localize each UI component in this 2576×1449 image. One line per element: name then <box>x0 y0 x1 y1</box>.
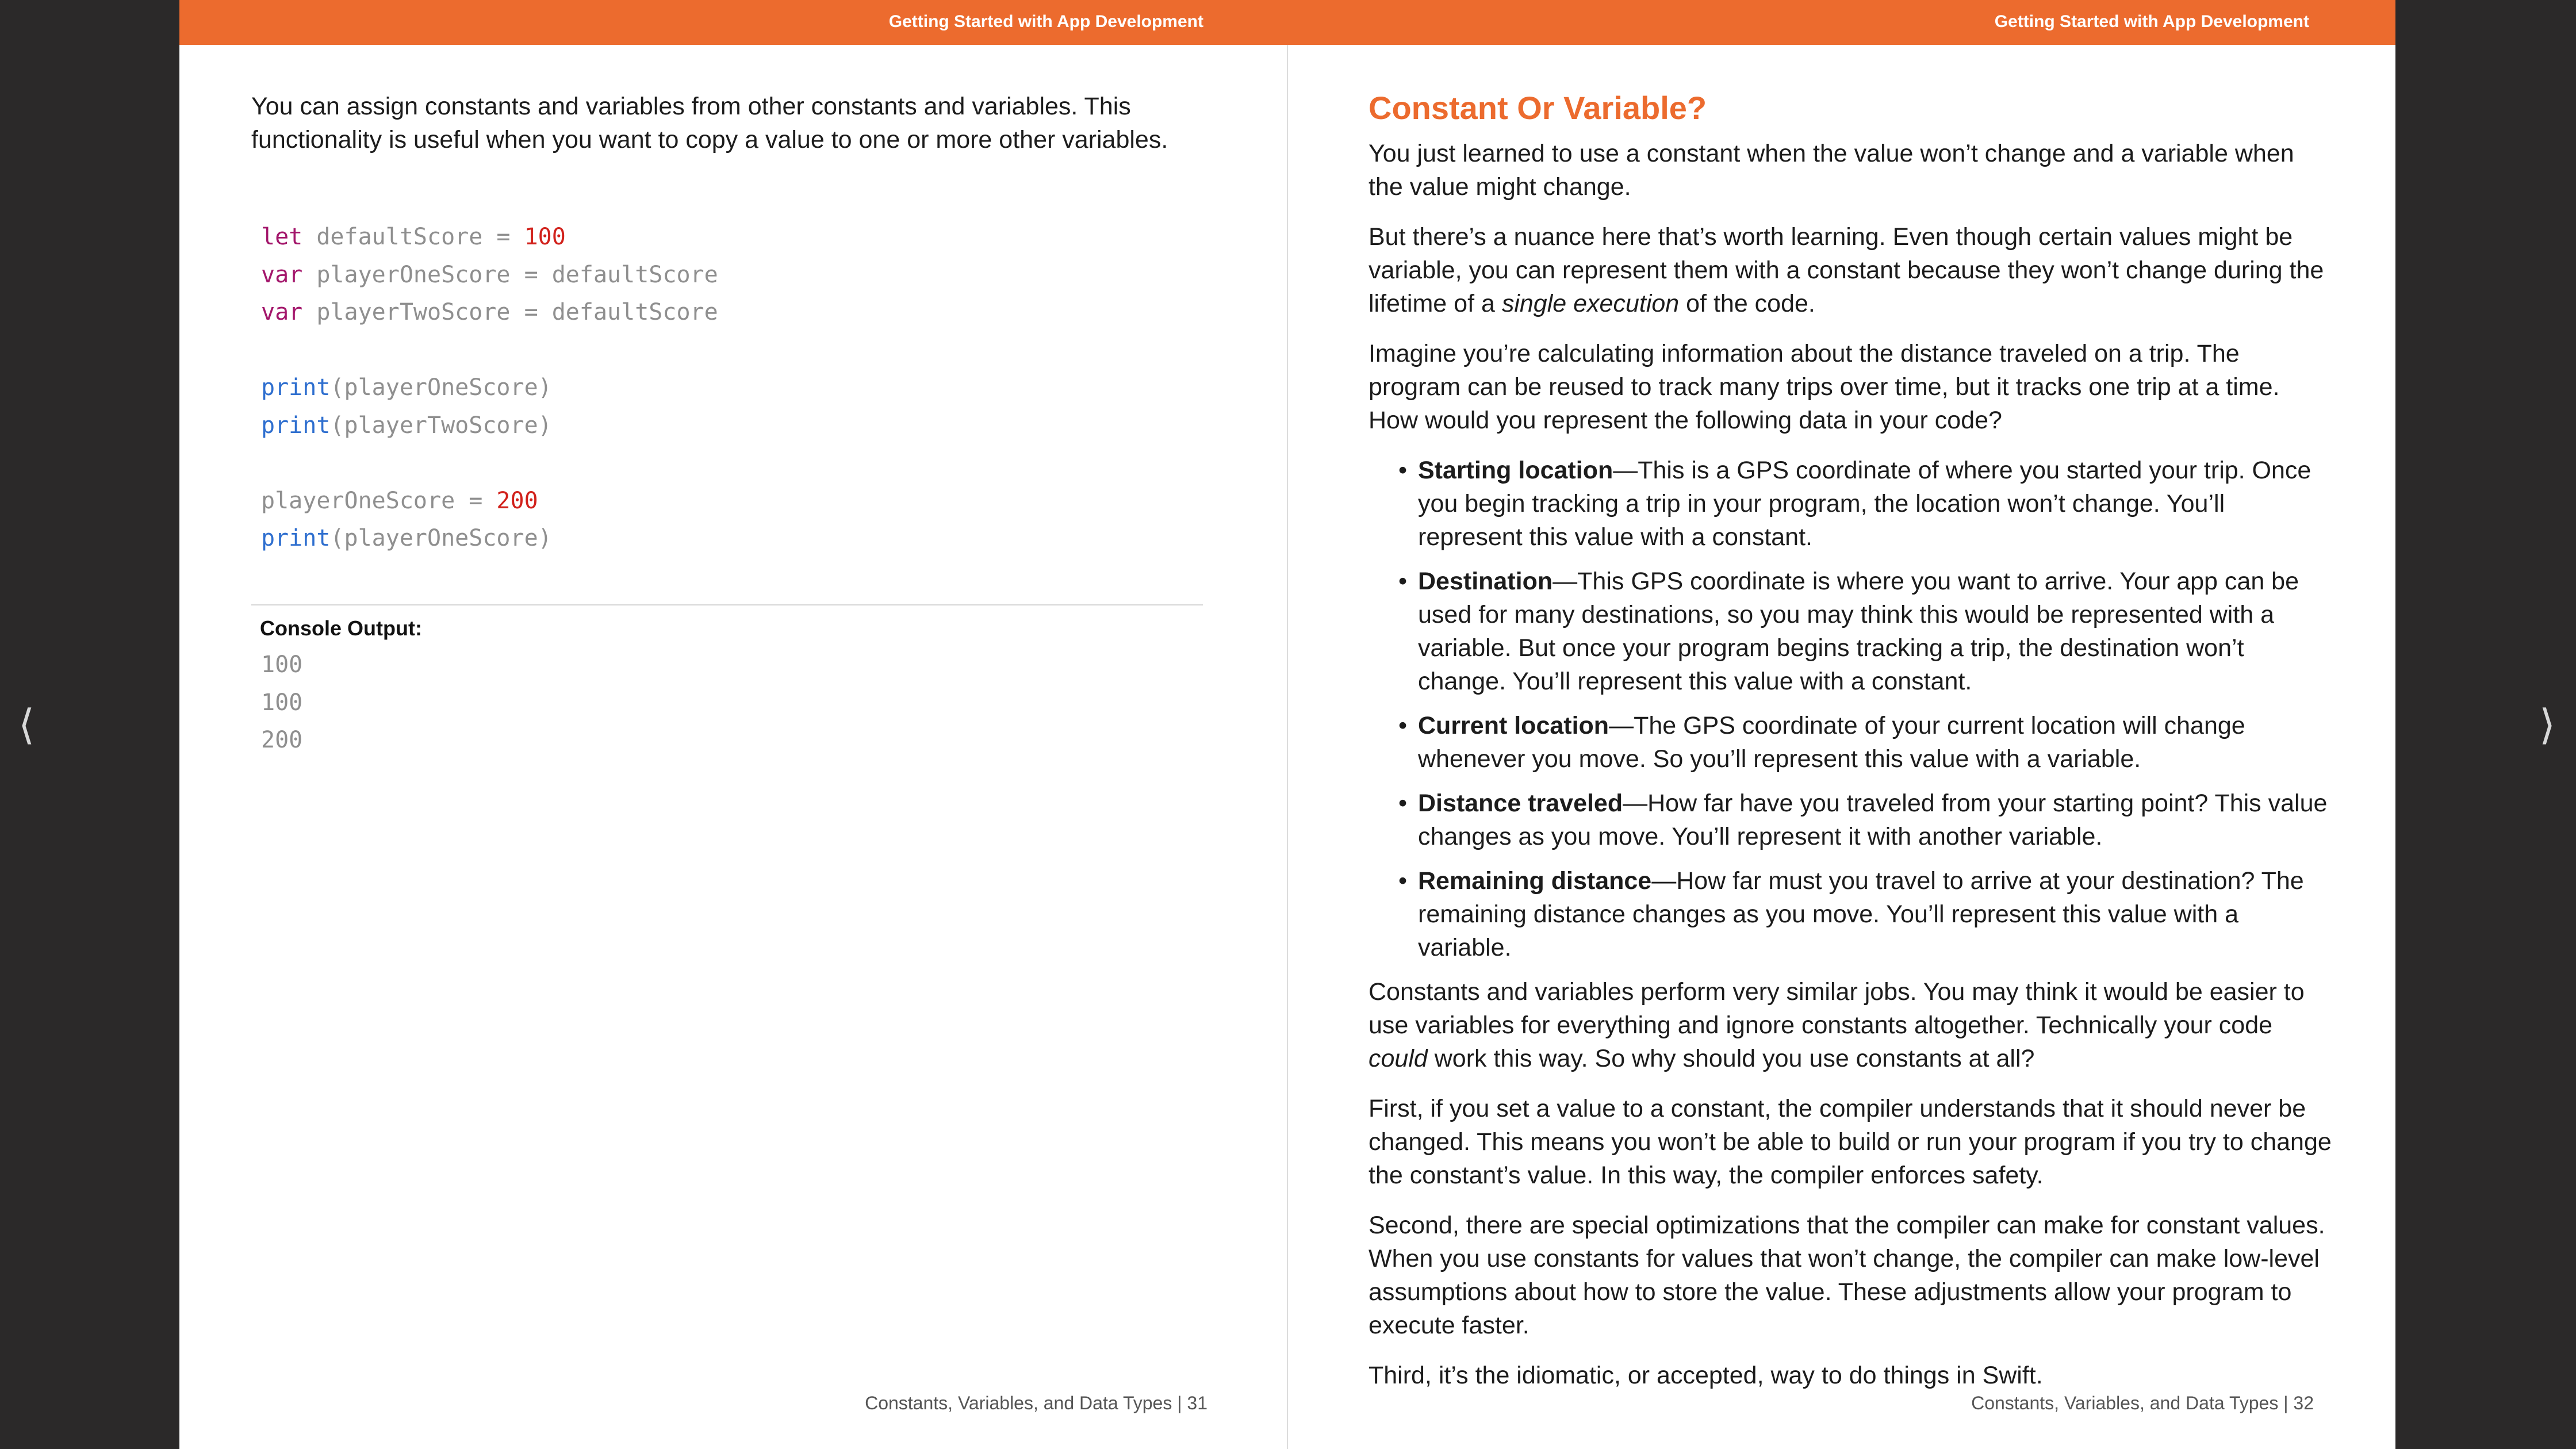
paragraph: Second, there are special optimizations … <box>1368 1212 2325 1339</box>
bullet-icon: • <box>1398 457 1408 484</box>
console-output-label: Console Output: <box>260 616 422 640</box>
code-token: (playerOneScore) <box>330 525 552 551</box>
text-run: of the code. <box>1679 290 1815 317</box>
code-token: print <box>261 374 331 401</box>
bullet-icon: • <box>1398 712 1408 739</box>
bullet-icon: • <box>1398 789 1408 817</box>
header-bar: Getting Started with App Development Get… <box>179 0 2395 45</box>
section-title: Constant Or Variable? <box>1368 90 1707 126</box>
paragraph: Constants and variables perform very sim… <box>1368 975 2334 1075</box>
paragraph: You just learned to use a constant when … <box>1368 140 2294 201</box>
bullet-term: Starting location <box>1418 457 1613 484</box>
chevron-left-icon[interactable]: ⟨ <box>9 699 44 750</box>
code-token: var <box>261 299 303 325</box>
code-token: 200 <box>496 487 538 514</box>
code-token: playerOneScore = <box>261 487 497 514</box>
code-line: var playerOneScore = defaultScore <box>261 256 1181 294</box>
paragraph: First, if you set a value to a constant,… <box>1368 1095 2332 1189</box>
code-line: playerOneScore = 200 <box>261 482 1181 520</box>
console-line: 200 <box>261 727 303 753</box>
bullet-term: Remaining distance <box>1418 867 1652 895</box>
emphasis: could <box>1368 1045 1428 1072</box>
bullet-term: Distance traveled <box>1418 789 1623 817</box>
code-line: print(playerOneScore) <box>261 369 1181 407</box>
list-item: • Current location—The GPS coordinate of … <box>1368 709 2334 776</box>
list-item: • Starting location—This is a GPS coordin… <box>1368 454 2334 554</box>
bullet-term: Destination <box>1418 568 1553 595</box>
list-item: • Remaining distance—How far must you tra… <box>1368 864 2334 964</box>
code-token: print <box>261 525 331 551</box>
left-header-title: Getting Started with App Development <box>888 12 1203 31</box>
right-page: Constant Or Variable? You just learned t… <box>1288 45 2395 1449</box>
text-run: Constants and variables perform very sim… <box>1368 978 2305 1039</box>
bullet-icon: • <box>1398 568 1408 595</box>
code-token: 100 <box>524 224 566 250</box>
bullet-term: Current location <box>1418 712 1609 739</box>
console-line: 100 <box>261 689 303 716</box>
code-token: playerOneScore = defaultScore <box>302 261 718 288</box>
book-spread: Getting Started with App Development Get… <box>179 0 2395 1449</box>
code-token: (playerTwoScore) <box>330 412 552 439</box>
paragraph: Imagine you’re calculating information a… <box>1368 340 2280 434</box>
code-token: defaultScore = <box>302 224 524 250</box>
list-item: • Distance traveled—How far have you trav… <box>1368 787 2334 853</box>
console-output: 100 100 200 <box>261 646 1181 760</box>
text-run: work this way. So why should you use con… <box>1427 1045 2035 1072</box>
bullet-icon: • <box>1398 867 1408 895</box>
console-line: 100 <box>261 651 303 678</box>
code-line: print(playerTwoScore) <box>261 407 1181 445</box>
code-line: var playerTwoScore = defaultScore <box>261 294 1181 332</box>
code-line: print(playerOneScore) <box>261 520 1181 558</box>
code-block: let defaultScore = 100 var playerOneScore… <box>261 218 1181 558</box>
code-token: var <box>261 261 303 288</box>
code-line: let defaultScore = 100 <box>261 218 1181 256</box>
right-page-content: Constant Or Variable? You just learned t… <box>1368 87 2334 1409</box>
emphasis: single execution <box>1501 290 1680 317</box>
bullet-list: • Starting location—This is a GPS coordin… <box>1368 454 2334 964</box>
right-page-footer: Constants, Variables, and Data Types | 3… <box>1971 1393 2314 1413</box>
right-header-title: Getting Started with App Development <box>1994 12 2309 31</box>
paragraph: But there’s a nuance here that’s worth l… <box>1368 220 2334 320</box>
left-page-footer: Constants, Variables, and Data Types | 3… <box>865 1393 1208 1413</box>
intro-paragraph: You can assign constants and variables f… <box>251 93 1168 154</box>
paragraph: Third, it’s the idiomatic, or accepted, … <box>1368 1362 2043 1389</box>
list-item: • Destination—This GPS coordinate is wher… <box>1368 565 2334 698</box>
code-token: (playerOneScore) <box>330 374 552 401</box>
code-token: playerTwoScore = defaultScore <box>302 299 718 325</box>
code-token: print <box>261 412 331 439</box>
left-page: You can assign constants and variables f… <box>179 45 1287 1449</box>
divider <box>251 604 1203 605</box>
chevron-right-icon[interactable]: ⟩ <box>2530 699 2564 750</box>
code-token: let <box>261 224 303 250</box>
